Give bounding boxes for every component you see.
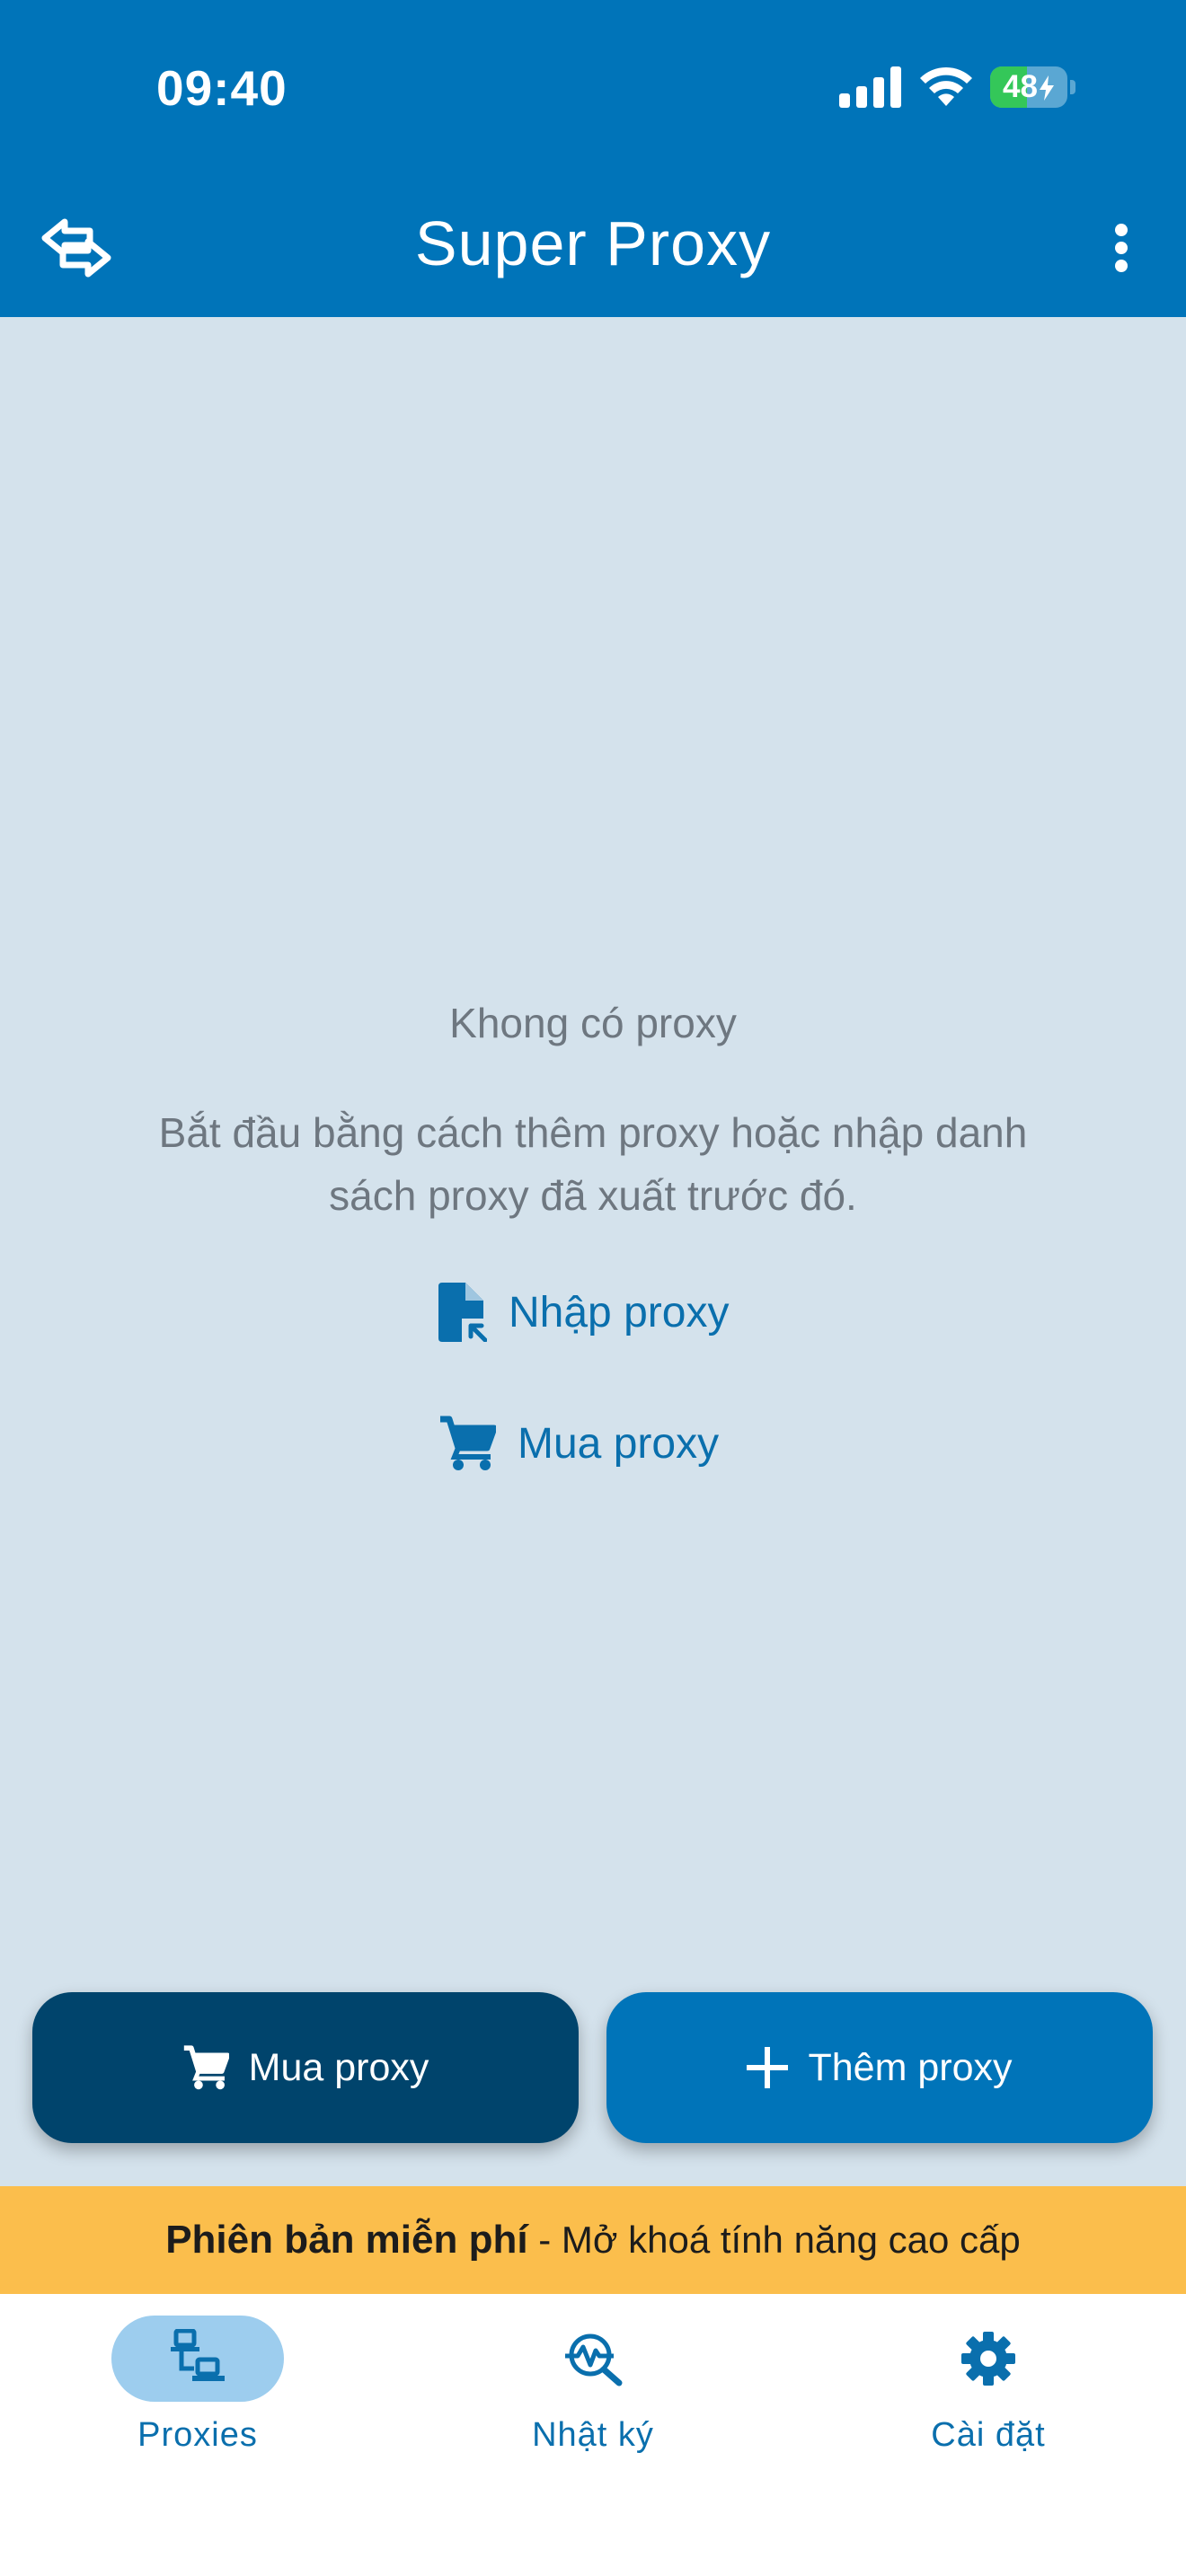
gear-icon [961, 2332, 1015, 2386]
buy-proxy-button[interactable]: Mua proxy [32, 1992, 579, 2143]
bottom-navigation: Proxies Nhật ký Cài đặt [0, 2294, 1186, 2576]
bolt-icon [1039, 75, 1054, 101]
nav-label-settings: Cài đặt [931, 2416, 1046, 2454]
app-title: Super Proxy [414, 208, 772, 278]
nav-active-indicator [111, 2316, 284, 2402]
swap-arrows-icon [41, 218, 111, 278]
empty-state-title: Khong có proxy [449, 1000, 737, 1046]
nav-label-logs: Nhật ký [532, 2416, 654, 2454]
nav-item-settings[interactable]: Cài đặt [854, 2316, 1123, 2477]
buy-proxy-link[interactable]: Mua proxy [438, 1410, 719, 1477]
cart-icon [440, 1416, 496, 1470]
promo-subtitle: - Mở khoá tính năng cao cấp [538, 2219, 1021, 2261]
more-vertical-icon [1115, 224, 1128, 272]
import-proxy-label: Nhập proxy [509, 1288, 730, 1337]
signal-icon [839, 66, 901, 108]
buy-proxy-link-label: Mua proxy [518, 1419, 720, 1468]
buy-proxy-button-label: Mua proxy [248, 2045, 429, 2089]
activity-search-icon [565, 2333, 623, 2386]
status-bar: 09:40 48 [0, 0, 1186, 176]
battery-level: 48 [990, 66, 1067, 108]
plus-icon [747, 2047, 789, 2088]
import-proxy-link[interactable]: Nhập proxy [435, 1279, 729, 1345]
empty-state-description: Bắt đầu bằng cách thêm proxy hoặc nhập d… [158, 1109, 1028, 1219]
add-proxy-button-label: Thêm proxy [808, 2045, 1013, 2089]
file-import-icon [438, 1283, 487, 1342]
promo-title: Phiên bản miễn phí [165, 2218, 528, 2262]
cart-icon [183, 2045, 229, 2090]
app-bar: Super Proxy [0, 176, 1186, 317]
status-time: 09:40 [156, 60, 288, 116]
more-options-button[interactable] [1087, 212, 1155, 284]
wifi-icon [920, 66, 972, 106]
add-proxy-button[interactable]: Thêm proxy [606, 1992, 1153, 2143]
promo-banner[interactable]: Phiên bản miễn phí - Mở khoá tính năng c… [0, 2186, 1186, 2294]
nav-label-proxies: Proxies [137, 2416, 258, 2454]
nav-item-proxies[interactable]: Proxies [63, 2316, 332, 2477]
devices-icon [171, 2329, 225, 2381]
swap-button[interactable] [27, 207, 126, 288]
battery-charging-icon: 48 [990, 66, 1076, 108]
nav-item-logs[interactable]: Nhật ký [458, 2316, 728, 2477]
